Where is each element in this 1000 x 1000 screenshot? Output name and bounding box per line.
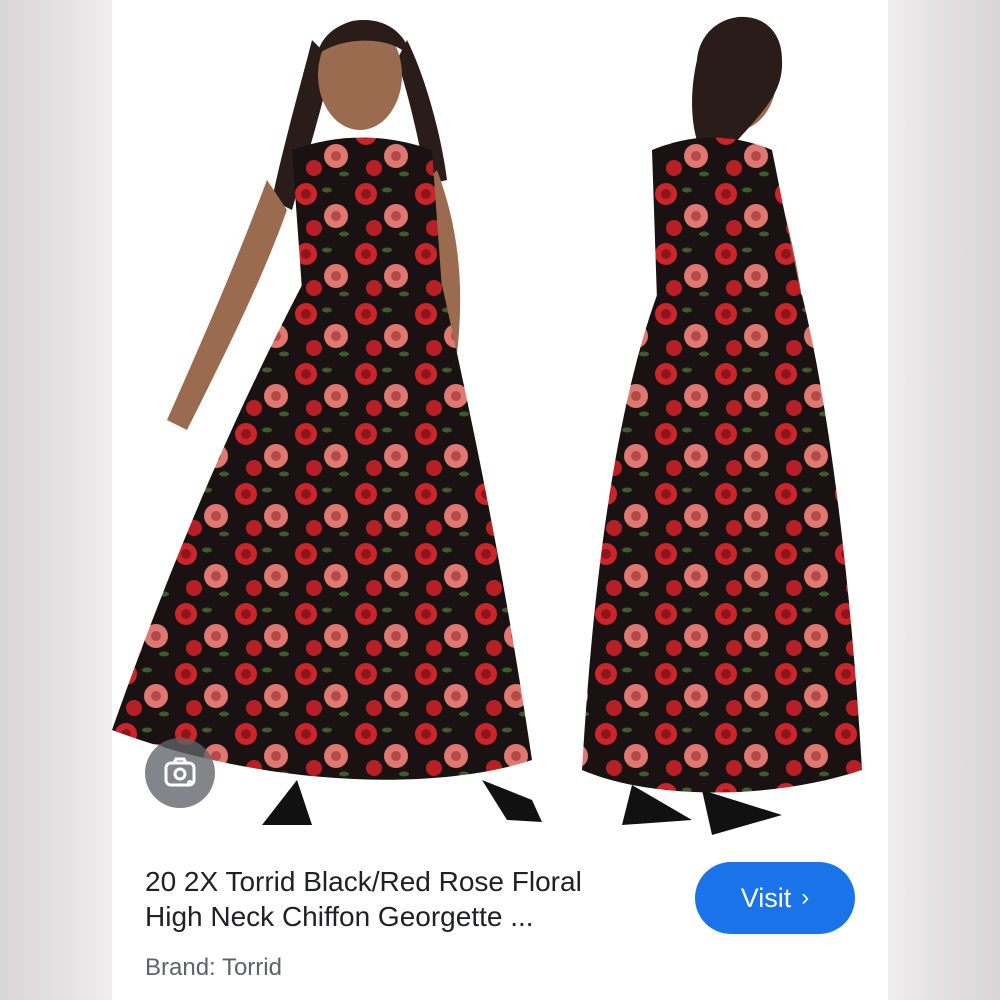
visit-button-label: Visit — [740, 882, 792, 913]
product-image[interactable] — [112, 0, 888, 838]
google-lens-icon — [164, 757, 196, 787]
chevron-right-icon: › — [801, 884, 810, 911]
product-title[interactable]: 20 2X Torrid Black/Red Rose Floral High … — [145, 864, 675, 934]
product-result-card[interactable]: 20 2X Torrid Black/Red Rose Floral High … — [112, 0, 888, 1000]
brand-label: Brand: Torrid — [145, 954, 282, 981]
visit-button[interactable]: Visit › — [695, 862, 855, 934]
google-lens-button[interactable] — [145, 738, 215, 808]
blurred-background-left — [0, 0, 112, 1000]
model-front — [112, 20, 542, 825]
product-title-line-2: High Neck Chiffon Georgette ... — [145, 901, 534, 932]
model-back — [582, 16, 862, 835]
blurred-background-right — [888, 0, 1000, 1000]
product-title-line-1: 20 2X Torrid Black/Red Rose Floral — [145, 866, 582, 897]
